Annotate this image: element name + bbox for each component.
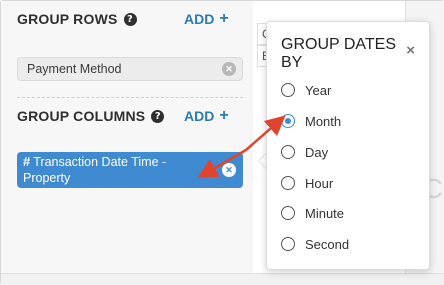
option-label: Minute (305, 205, 345, 221)
close-icon[interactable]: × (406, 42, 415, 59)
add-label: ADD (184, 11, 215, 27)
remove-icon[interactable]: ✕ (222, 163, 236, 177)
option-minute[interactable]: Minute (281, 204, 344, 222)
group-columns-title: GROUP COLUMNS (17, 108, 146, 124)
add-label: ADD (184, 108, 215, 124)
option-second[interactable]: Second (281, 235, 349, 253)
option-year[interactable]: Year (281, 81, 331, 99)
option-month[interactable]: Month (281, 112, 341, 130)
group-dates-popover: GROUP DATES BY × Year Month Day Hour Min… (266, 21, 430, 270)
option-label: Month (305, 113, 342, 129)
help-icon[interactable]: ? (123, 12, 137, 26)
group-row-chip[interactable]: Payment Method ✕ (17, 57, 243, 81)
group-column-chip[interactable]: # Transaction Date Time - Property ✕ (17, 152, 243, 188)
plus-icon: + (219, 10, 229, 27)
group-rows-title: GROUP ROWS (17, 11, 118, 27)
radio-button[interactable] (281, 206, 295, 220)
help-icon[interactable]: ? (151, 109, 165, 123)
radio-button[interactable] (281, 145, 295, 159)
section-divider (17, 97, 243, 98)
remove-icon[interactable]: ✕ (222, 62, 236, 76)
group-rows-heading: GROUP ROWS ? (17, 11, 137, 27)
radio-button[interactable] (281, 237, 295, 251)
option-hour[interactable]: Hour (281, 174, 333, 192)
radio-button[interactable] (281, 176, 295, 190)
group-columns-heading: GROUP COLUMNS ? (17, 108, 165, 124)
radio-button[interactable] (281, 114, 295, 128)
option-label: Day (305, 144, 329, 160)
plus-icon: + (219, 107, 229, 124)
bottom-bar (1, 273, 444, 285)
chip-label: Transaction Date Time - Property (23, 155, 167, 185)
number-type-icon: # (23, 154, 31, 169)
option-label: Hour (305, 175, 334, 191)
grouping-panel: GROUP ROWS ? ADD + Payment Method ✕ GROU… (1, 1, 253, 273)
add-group-row-button[interactable]: ADD + (184, 10, 229, 28)
option-label: Second (305, 236, 350, 252)
radio-button[interactable] (281, 83, 295, 97)
chip-label: Payment Method (27, 62, 122, 76)
option-day[interactable]: Day (281, 143, 328, 161)
option-label: Year (305, 82, 332, 98)
popover-title: GROUP DATES BY (281, 36, 396, 71)
add-group-column-button[interactable]: ADD + (184, 107, 229, 125)
